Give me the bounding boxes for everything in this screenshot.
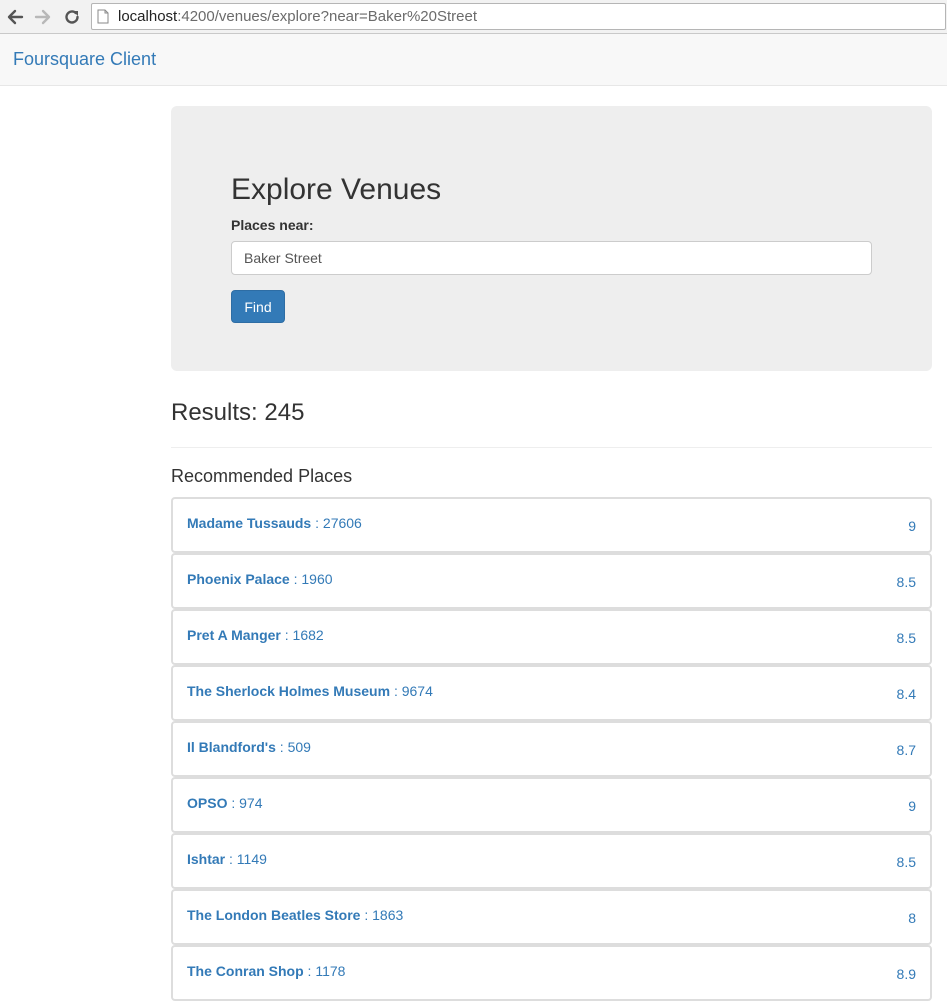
- forward-button[interactable]: [32, 6, 54, 28]
- venue-name-link[interactable]: The London Beatles Store: [187, 907, 360, 923]
- venue-name-link[interactable]: The Conran Shop: [187, 963, 304, 979]
- venue-name-link[interactable]: OPSO: [187, 795, 227, 811]
- venue-rating: 8.9: [896, 966, 916, 982]
- find-button[interactable]: Find: [231, 290, 285, 323]
- venue-rating: 8.7: [896, 742, 916, 758]
- browser-toolbar: localhost:4200/venues/explore?near=Baker…: [0, 0, 947, 34]
- venue-item[interactable]: Phoenix Palace : 1960 8.5: [171, 553, 932, 609]
- venue-item[interactable]: Ishtar : 1149 8.5: [171, 833, 932, 889]
- venue-checkins: 1149: [236, 851, 267, 867]
- venue-summary: OPSO : 974: [187, 794, 263, 812]
- venue-item[interactable]: Il Blandford's : 509 8.7: [171, 721, 932, 777]
- venue-item[interactable]: The London Beatles Store : 1863 8: [171, 889, 932, 945]
- venue-checkins: 27606: [322, 515, 362, 531]
- venue-name-link[interactable]: Ishtar: [187, 851, 225, 867]
- venue-separator: :: [311, 515, 323, 531]
- url-host: localhost: [118, 8, 178, 25]
- arrow-left-icon: [7, 9, 24, 25]
- venue-summary: The Sherlock Holmes Museum : 9674: [187, 682, 433, 700]
- venue-separator: :: [225, 851, 237, 867]
- venue-rating: 8.5: [896, 854, 916, 870]
- app-navbar: Foursquare Client: [0, 34, 947, 86]
- venue-separator: :: [289, 571, 302, 587]
- venue-name-link[interactable]: Pret A Manger: [187, 627, 281, 643]
- venue-separator: :: [275, 739, 288, 755]
- back-button[interactable]: [4, 6, 26, 28]
- venue-rating: 8.5: [896, 630, 916, 646]
- venue-rating: 8: [908, 910, 916, 926]
- venue-checkins: 974: [239, 795, 263, 811]
- places-near-label: Places near:: [231, 217, 314, 233]
- venue-summary: Phoenix Palace : 1960: [187, 570, 333, 588]
- venue-summary: Madame Tussauds : 27606: [187, 514, 362, 532]
- explore-panel: Explore Venues Places near: Find: [171, 106, 932, 371]
- places-near-input[interactable]: [231, 241, 872, 275]
- venue-separator: :: [303, 963, 316, 979]
- venue-name-link[interactable]: Il Blandford's: [187, 739, 276, 755]
- venue-checkins: 509: [287, 739, 311, 755]
- address-bar[interactable]: localhost:4200/venues/explore?near=Baker…: [91, 3, 946, 30]
- venue-item[interactable]: Pret A Manger : 1682 8.5: [171, 609, 932, 665]
- venue-checkins: 1960: [301, 571, 333, 587]
- results-count: 245: [264, 399, 305, 426]
- reload-icon: [65, 10, 79, 24]
- reload-button[interactable]: [61, 6, 83, 28]
- venue-checkins: 1682: [292, 627, 324, 643]
- venue-separator: :: [227, 795, 240, 811]
- venue-separator: :: [360, 907, 373, 923]
- results-label: Results:: [171, 399, 265, 426]
- venue-checkins: 9674: [401, 683, 433, 699]
- venue-checkins: 1178: [315, 963, 346, 979]
- venue-item[interactable]: The Conran Shop : 1178 8.9: [171, 945, 932, 1001]
- divider: [171, 447, 932, 448]
- venue-item[interactable]: Madame Tussauds : 27606 9: [171, 497, 932, 553]
- venue-summary: Ishtar : 1149: [187, 850, 267, 868]
- results-heading: Results: 245: [171, 399, 304, 427]
- venue-rating: 9: [908, 518, 916, 534]
- venue-name-link[interactable]: The Sherlock Holmes Museum: [187, 683, 390, 699]
- url-text: localhost:4200/venues/explore?near=Baker…: [118, 8, 477, 25]
- venue-separator: :: [390, 683, 402, 699]
- venue-rating: 8.5: [896, 574, 916, 590]
- venue-list: Madame Tussauds : 27606 9 Phoenix Palace…: [171, 497, 932, 1001]
- venue-summary: The London Beatles Store : 1863: [187, 906, 403, 924]
- page-title: Explore Venues: [231, 173, 442, 206]
- venue-summary: The Conran Shop : 1178: [187, 962, 345, 980]
- section-title: Recommended Places: [171, 466, 353, 486]
- venue-item[interactable]: The Sherlock Holmes Museum : 9674 8.4: [171, 665, 932, 721]
- page-icon: [97, 9, 111, 25]
- venue-name-link[interactable]: Phoenix Palace: [187, 571, 290, 587]
- venue-item[interactable]: OPSO : 974 9: [171, 777, 932, 833]
- venue-name-link[interactable]: Madame Tussauds: [187, 515, 311, 531]
- venue-checkins: 1863: [372, 907, 404, 923]
- venue-summary: Pret A Manger : 1682: [187, 626, 324, 644]
- url-path: :4200/venues/explore?near=Baker%20Street: [177, 8, 477, 25]
- venue-rating: 8.4: [896, 686, 916, 702]
- arrow-right-icon: [34, 9, 51, 25]
- venue-summary: Il Blandford's : 509: [187, 738, 311, 756]
- brand-link[interactable]: Foursquare Client: [13, 49, 156, 69]
- venue-separator: :: [280, 627, 293, 643]
- venue-rating: 9: [908, 798, 916, 814]
